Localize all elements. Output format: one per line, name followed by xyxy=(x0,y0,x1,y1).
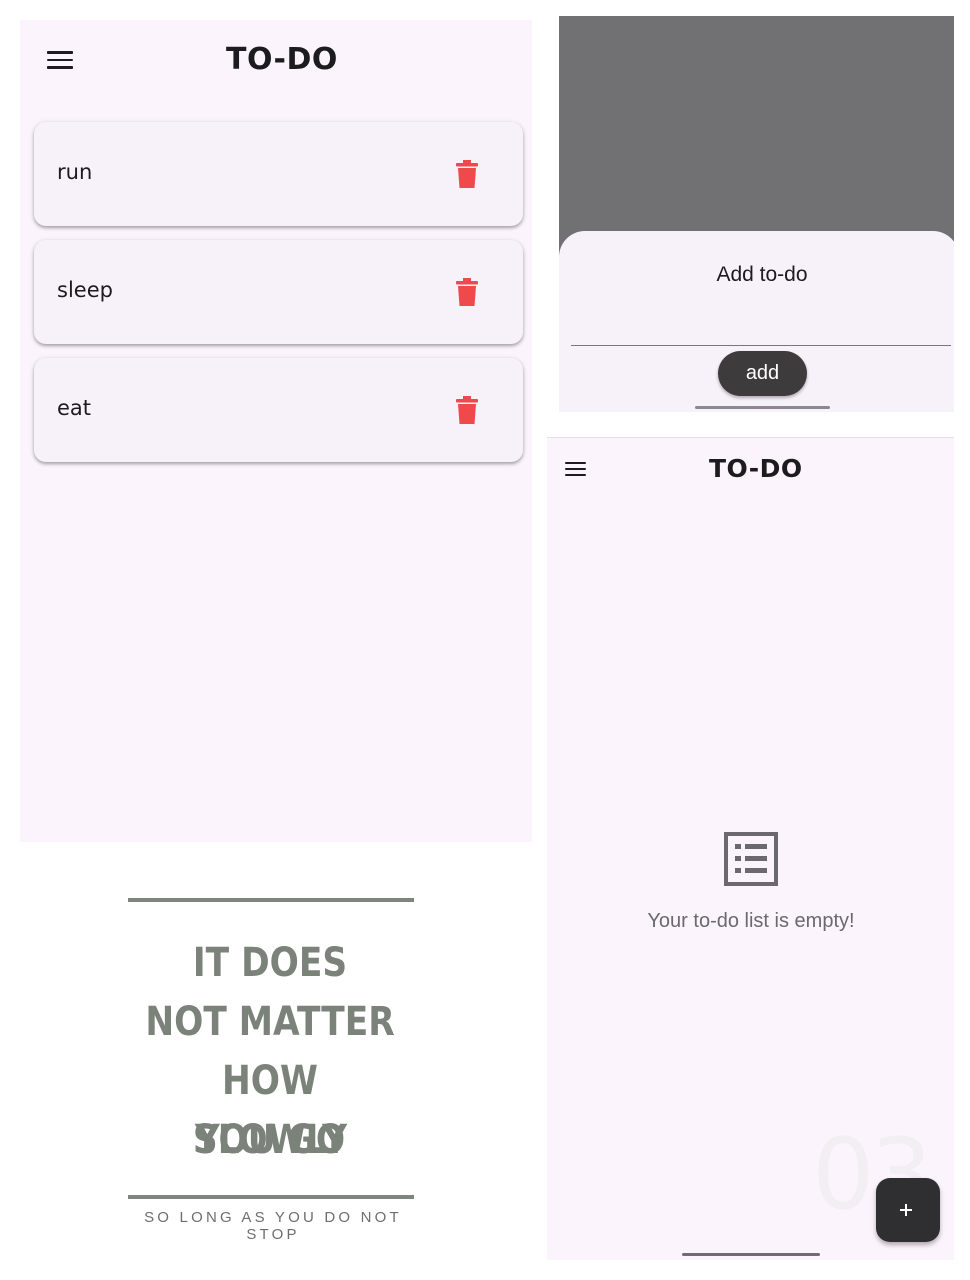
plus-icon xyxy=(900,1204,912,1216)
quote-line: NOT MATTER xyxy=(145,999,395,1045)
todo-item-label: run xyxy=(57,160,93,184)
todo-list-screen: TO-DO run sleep eat xyxy=(20,20,532,842)
gesture-bar xyxy=(682,1253,820,1256)
todo-item[interactable]: eat xyxy=(34,358,523,462)
empty-todo-screen: TO-DO Your to-do list is empty! 03 xyxy=(547,437,954,1260)
trash-icon[interactable] xyxy=(456,278,478,306)
app-bar: TO-DO xyxy=(20,20,532,100)
todo-item[interactable]: run xyxy=(34,122,523,226)
quote-poster: IT DOES NOT MATTER HOW SLOWLY YOU GO SO … xyxy=(120,893,420,1243)
gesture-bar xyxy=(695,406,830,409)
hamburger-menu-icon[interactable] xyxy=(47,51,73,69)
add-todo-screen: Add to-do add xyxy=(559,16,954,412)
todo-item[interactable]: sleep xyxy=(34,240,523,344)
quote-line: IT DOES xyxy=(192,940,348,986)
add-todo-fab[interactable] xyxy=(876,1178,940,1242)
add-button[interactable]: add xyxy=(718,351,807,396)
divider xyxy=(128,898,414,902)
page-title: TO-DO xyxy=(709,454,803,483)
divider xyxy=(128,1195,414,1199)
trash-icon[interactable] xyxy=(456,160,478,188)
hamburger-menu-icon[interactable] xyxy=(565,462,586,476)
quote-line: YOU GO xyxy=(194,1117,346,1163)
quote-subtitle: SO LONG AS YOU DO NOT STOP xyxy=(144,1209,402,1243)
todo-item-label: sleep xyxy=(57,278,113,302)
todo-item-label: eat xyxy=(57,396,92,420)
list-icon xyxy=(724,832,778,886)
page-title: TO-DO xyxy=(226,42,338,77)
add-todo-sheet: Add to-do add xyxy=(559,231,954,412)
empty-message: Your to-do list is empty! xyxy=(647,910,855,932)
todo-input[interactable] xyxy=(571,313,951,346)
trash-icon[interactable] xyxy=(456,396,478,424)
sheet-title: Add to-do xyxy=(716,263,808,286)
